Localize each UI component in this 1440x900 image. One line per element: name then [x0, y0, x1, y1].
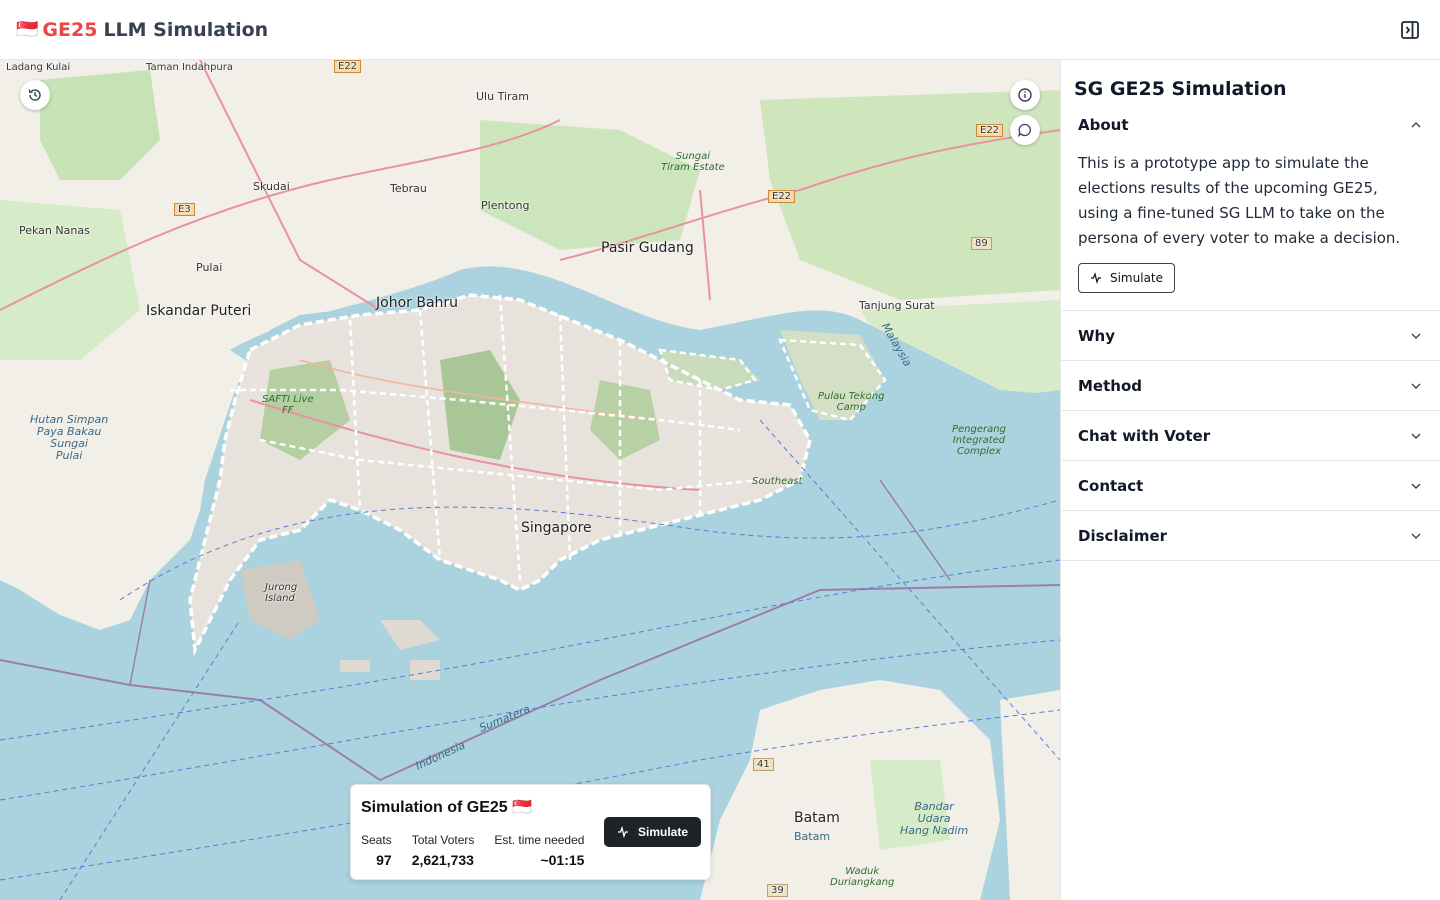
map-label-iskandar-puteri: Iskandar Puteri — [146, 303, 252, 319]
stat-time-value: ~01:15 — [540, 852, 585, 868]
road-shield-39: 39 — [767, 884, 788, 897]
accordion-about-header[interactable]: About — [1061, 100, 1440, 149]
stat-seats-label: Seats — [361, 833, 392, 847]
road-shield-41: 41 — [753, 758, 774, 771]
map-label-plentong: Plentong — [481, 199, 530, 212]
chevron-down-icon — [1411, 533, 1421, 539]
accordion-why-header[interactable]: Why — [1061, 311, 1440, 360]
brand[interactable]: 🇸🇬 GE25 LLM Simulation — [16, 19, 268, 41]
map-label-batam-small: Batam — [794, 830, 831, 843]
map-label-tebrau: Tebrau — [390, 182, 427, 195]
sidebar-title: SG GE25 Simulation — [1074, 78, 1287, 100]
map-label-tanjung-surat: Tanjung Surat — [859, 299, 935, 312]
accordion-about-body: This is a prototype app to simulate the … — [1061, 149, 1440, 310]
map-label-pekan-nanas: Pekan Nanas — [19, 224, 90, 237]
map-label-johor-bahru: Johor Bahru — [376, 295, 459, 311]
stat-seats: Seats 97 — [361, 833, 392, 868]
accordion-about-label: About — [1078, 115, 1129, 134]
map-label-waduk: Waduk Duriangkang — [830, 866, 895, 888]
brand-title: LLM Simulation — [103, 18, 269, 41]
road-shield-e22-b: E22 — [976, 124, 1004, 137]
map-label-singapore: Singapore — [521, 520, 592, 536]
accordion-contact-header[interactable]: Contact — [1061, 461, 1440, 510]
accordion-contact: Contact — [1061, 461, 1440, 511]
about-text: This is a prototype app to simulate the … — [1078, 154, 1401, 247]
activity-icon — [617, 826, 628, 838]
map-label-sungai-tiram: Sungai Tiram Estate — [661, 151, 725, 173]
map-label-pengerang: Pengerang Integrated Complex — [952, 424, 1006, 457]
brand-accent: GE25 — [42, 18, 98, 41]
accordion-disclaimer-header[interactable]: Disclaimer — [1061, 511, 1440, 560]
map-label-pulai: Pulai — [196, 261, 223, 274]
accordion-chat: Chat with Voter — [1061, 411, 1440, 461]
map-label-southeast: Southeast — [752, 476, 803, 487]
map-label-skudai: Skudai — [253, 180, 290, 193]
chevron-up-icon — [1411, 121, 1421, 127]
message-circle-icon — [1017, 123, 1031, 138]
sidebar-simulate-label: Simulate — [1109, 271, 1164, 285]
map-label-taman: Taman Indahpura — [146, 62, 233, 73]
map-label-pulau-tekong: Pulau Tekong Camp — [818, 391, 885, 413]
accordion-why: Why — [1061, 311, 1440, 361]
app-header: 🇸🇬 GE25 LLM Simulation — [0, 0, 1440, 60]
map-label-safti: SAFTI Live FF — [262, 394, 314, 416]
chat-button[interactable] — [1010, 115, 1040, 145]
simulation-title: Simulation of GE25 🇸🇬 — [361, 799, 533, 816]
accordion-about: About This is a prototype app to simulat… — [1061, 100, 1440, 311]
stat-voters: Total Voters 2,621,733 — [412, 833, 475, 868]
road-shield-e22-a: E22 — [334, 60, 362, 73]
accordion-method-label: Method — [1078, 376, 1142, 395]
accordion-chat-header[interactable]: Chat with Voter — [1061, 411, 1440, 460]
stat-time-label: Est. time needed — [494, 833, 585, 847]
chevron-down-icon — [1411, 483, 1421, 489]
map-label-jurong-island: Jurong Island — [265, 582, 298, 604]
chevron-down-icon — [1411, 333, 1421, 339]
accordion-method-header[interactable]: Method — [1061, 361, 1440, 410]
chevron-down-icon — [1411, 383, 1421, 389]
map-label-ulu-tiram: Ulu Tiram — [476, 90, 529, 103]
info-button[interactable] — [1010, 80, 1040, 110]
chevron-down-icon — [1411, 433, 1421, 439]
accordion-disclaimer-label: Disclaimer — [1078, 526, 1168, 545]
panel-right-icon[interactable] — [1398, 18, 1422, 42]
activity-icon — [1090, 272, 1101, 284]
info-icon — [1018, 88, 1032, 102]
sidebar: SG GE25 Simulation About This is a proto… — [1060, 60, 1440, 900]
history-icon — [28, 89, 41, 101]
road-shield-89: 89 — [971, 237, 992, 250]
map-label-hutan-simpan: Hutan Simpan Paya Bakau Sungai Pulai — [30, 413, 109, 462]
accordion-disclaimer: Disclaimer — [1061, 511, 1440, 561]
stat-time: Est. time needed ~01:15 — [494, 833, 584, 868]
sg-flag-icon: 🇸🇬 — [16, 19, 38, 40]
stat-voters-label: Total Voters — [411, 833, 475, 847]
map-label-bandar-udara: Bandar Udara Hang Nadim — [900, 800, 969, 837]
sidebar-simulate-button[interactable]: Simulate — [1078, 263, 1175, 293]
stat-seats-value: 97 — [376, 852, 392, 868]
road-shield-e22-c: E22 — [768, 190, 796, 203]
simulate-button-label: Simulate — [637, 825, 688, 839]
simulation-card: Simulation of GE25 🇸🇬 Seats 97 Total Vot… — [350, 784, 711, 880]
road-shield-e3: E3 — [174, 203, 195, 216]
map-tiles — [0, 60, 1060, 900]
accordion-method: Method — [1061, 361, 1440, 411]
stat-voters-value: 2,621,733 — [411, 852, 474, 868]
map-label-ladang: Ladang Kulai — [6, 62, 71, 73]
map-label-batam: Batam — [794, 810, 840, 826]
history-button[interactable] — [20, 80, 50, 110]
map-label-pasir-gudang: Pasir Gudang — [601, 240, 694, 256]
simulate-button[interactable]: Simulate — [604, 817, 701, 847]
accordion-why-label: Why — [1078, 326, 1116, 345]
accordion-chat-label: Chat with Voter — [1078, 426, 1211, 445]
simulation-stats: Seats 97 Total Voters 2,621,733 Est. tim… — [361, 833, 604, 868]
accordion-contact-label: Contact — [1078, 476, 1144, 495]
map-view[interactable]: Ladang Kulai Taman Indahpura Ulu Tiram T… — [0, 60, 1060, 900]
